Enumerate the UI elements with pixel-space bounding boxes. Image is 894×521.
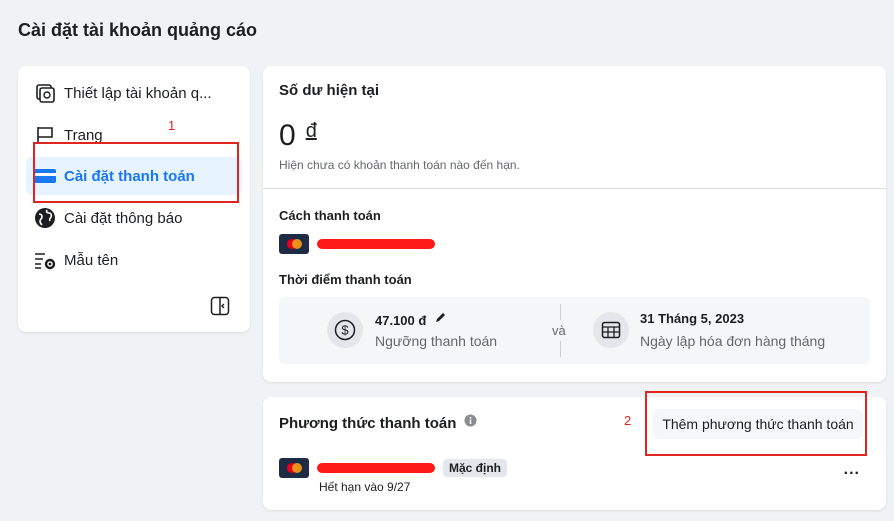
- card-expiry: Hết hạn vào 9/27: [319, 480, 411, 494]
- sidebar-item-label: Thiết lập tài khoản q...: [64, 84, 212, 102]
- redacted-card-number: [317, 239, 435, 249]
- info-icon[interactable]: [464, 414, 477, 432]
- mastercard-icon: [279, 234, 309, 254]
- balance-title: Số dư hiện tại: [279, 82, 380, 99]
- redacted-card-number: [317, 463, 435, 473]
- globe-icon: [32, 205, 58, 231]
- annotation-number-1: 1: [168, 118, 176, 133]
- calendar-icon: [593, 312, 629, 348]
- separator-top: [560, 304, 561, 320]
- sidebar-item-account-setup[interactable]: Thiết lập tài khoản q...: [26, 74, 242, 112]
- balance-currency: đ: [305, 120, 317, 142]
- billing-date-label: Ngày lập hóa đơn hàng tháng: [640, 333, 826, 349]
- payment-methods-header: Phương thức thanh toán: [279, 414, 477, 432]
- sidebar-item-notification-settings[interactable]: Cài đặt thông báo: [26, 199, 242, 237]
- edit-pencil-icon[interactable]: [434, 311, 447, 329]
- more-options-icon[interactable]: ...: [844, 461, 860, 479]
- payment-methods-title: Phương thức thanh toán: [279, 414, 457, 432]
- annotation-number-2: 2: [624, 413, 632, 428]
- svg-text:$: $: [341, 323, 349, 338]
- divider: [263, 188, 886, 189]
- mastercard-icon: [279, 458, 309, 478]
- payment-timing-title: Thời điểm thanh toán: [279, 272, 412, 287]
- sidebar-item-label: Mẫu tên: [64, 251, 119, 269]
- balance-note: Hiện chưa có khoản thanh toán nào đến hạ…: [279, 158, 520, 172]
- list-gear-icon: [32, 247, 58, 273]
- balance-card: Số dư hiện tại 0 đ Hiện chưa có khoản th…: [263, 66, 886, 382]
- sidebar-item-name-template[interactable]: Mẫu tên: [26, 241, 242, 279]
- and-label: và: [552, 323, 566, 338]
- payment-method-item[interactable]: Mặc định: [279, 458, 508, 478]
- default-badge: Mặc định: [443, 459, 508, 477]
- sidebar-item-label: Cài đặt thông báo: [64, 209, 183, 227]
- threshold-label: Ngưỡng thanh toán: [375, 333, 498, 349]
- collapse-sidebar-icon[interactable]: [210, 296, 230, 316]
- billing-date-value: 31 Tháng 5, 2023: [640, 311, 745, 326]
- account-setup-icon: [32, 80, 58, 106]
- payment-method-row[interactable]: [279, 234, 435, 254]
- separator-bottom: [560, 341, 561, 357]
- balance-amount: 0 đ: [279, 118, 317, 154]
- sidebar-item-label: Trang: [64, 126, 103, 144]
- annotation-box-1: [33, 142, 239, 203]
- payment-timing-box: $ 47.100 đ Ngưỡng thanh toán và 31 Tháng…: [279, 297, 870, 364]
- threshold-value: 47.100 đ: [375, 312, 427, 328]
- page-title: Cài đặt tài khoản quảng cáo: [18, 20, 258, 40]
- threshold-value-row: 47.100 đ: [375, 311, 447, 329]
- payment-method-title: Cách thanh toán: [279, 208, 381, 223]
- dollar-icon: $: [327, 312, 363, 348]
- balance-value: 0: [279, 119, 296, 152]
- annotation-box-2: [645, 391, 867, 456]
